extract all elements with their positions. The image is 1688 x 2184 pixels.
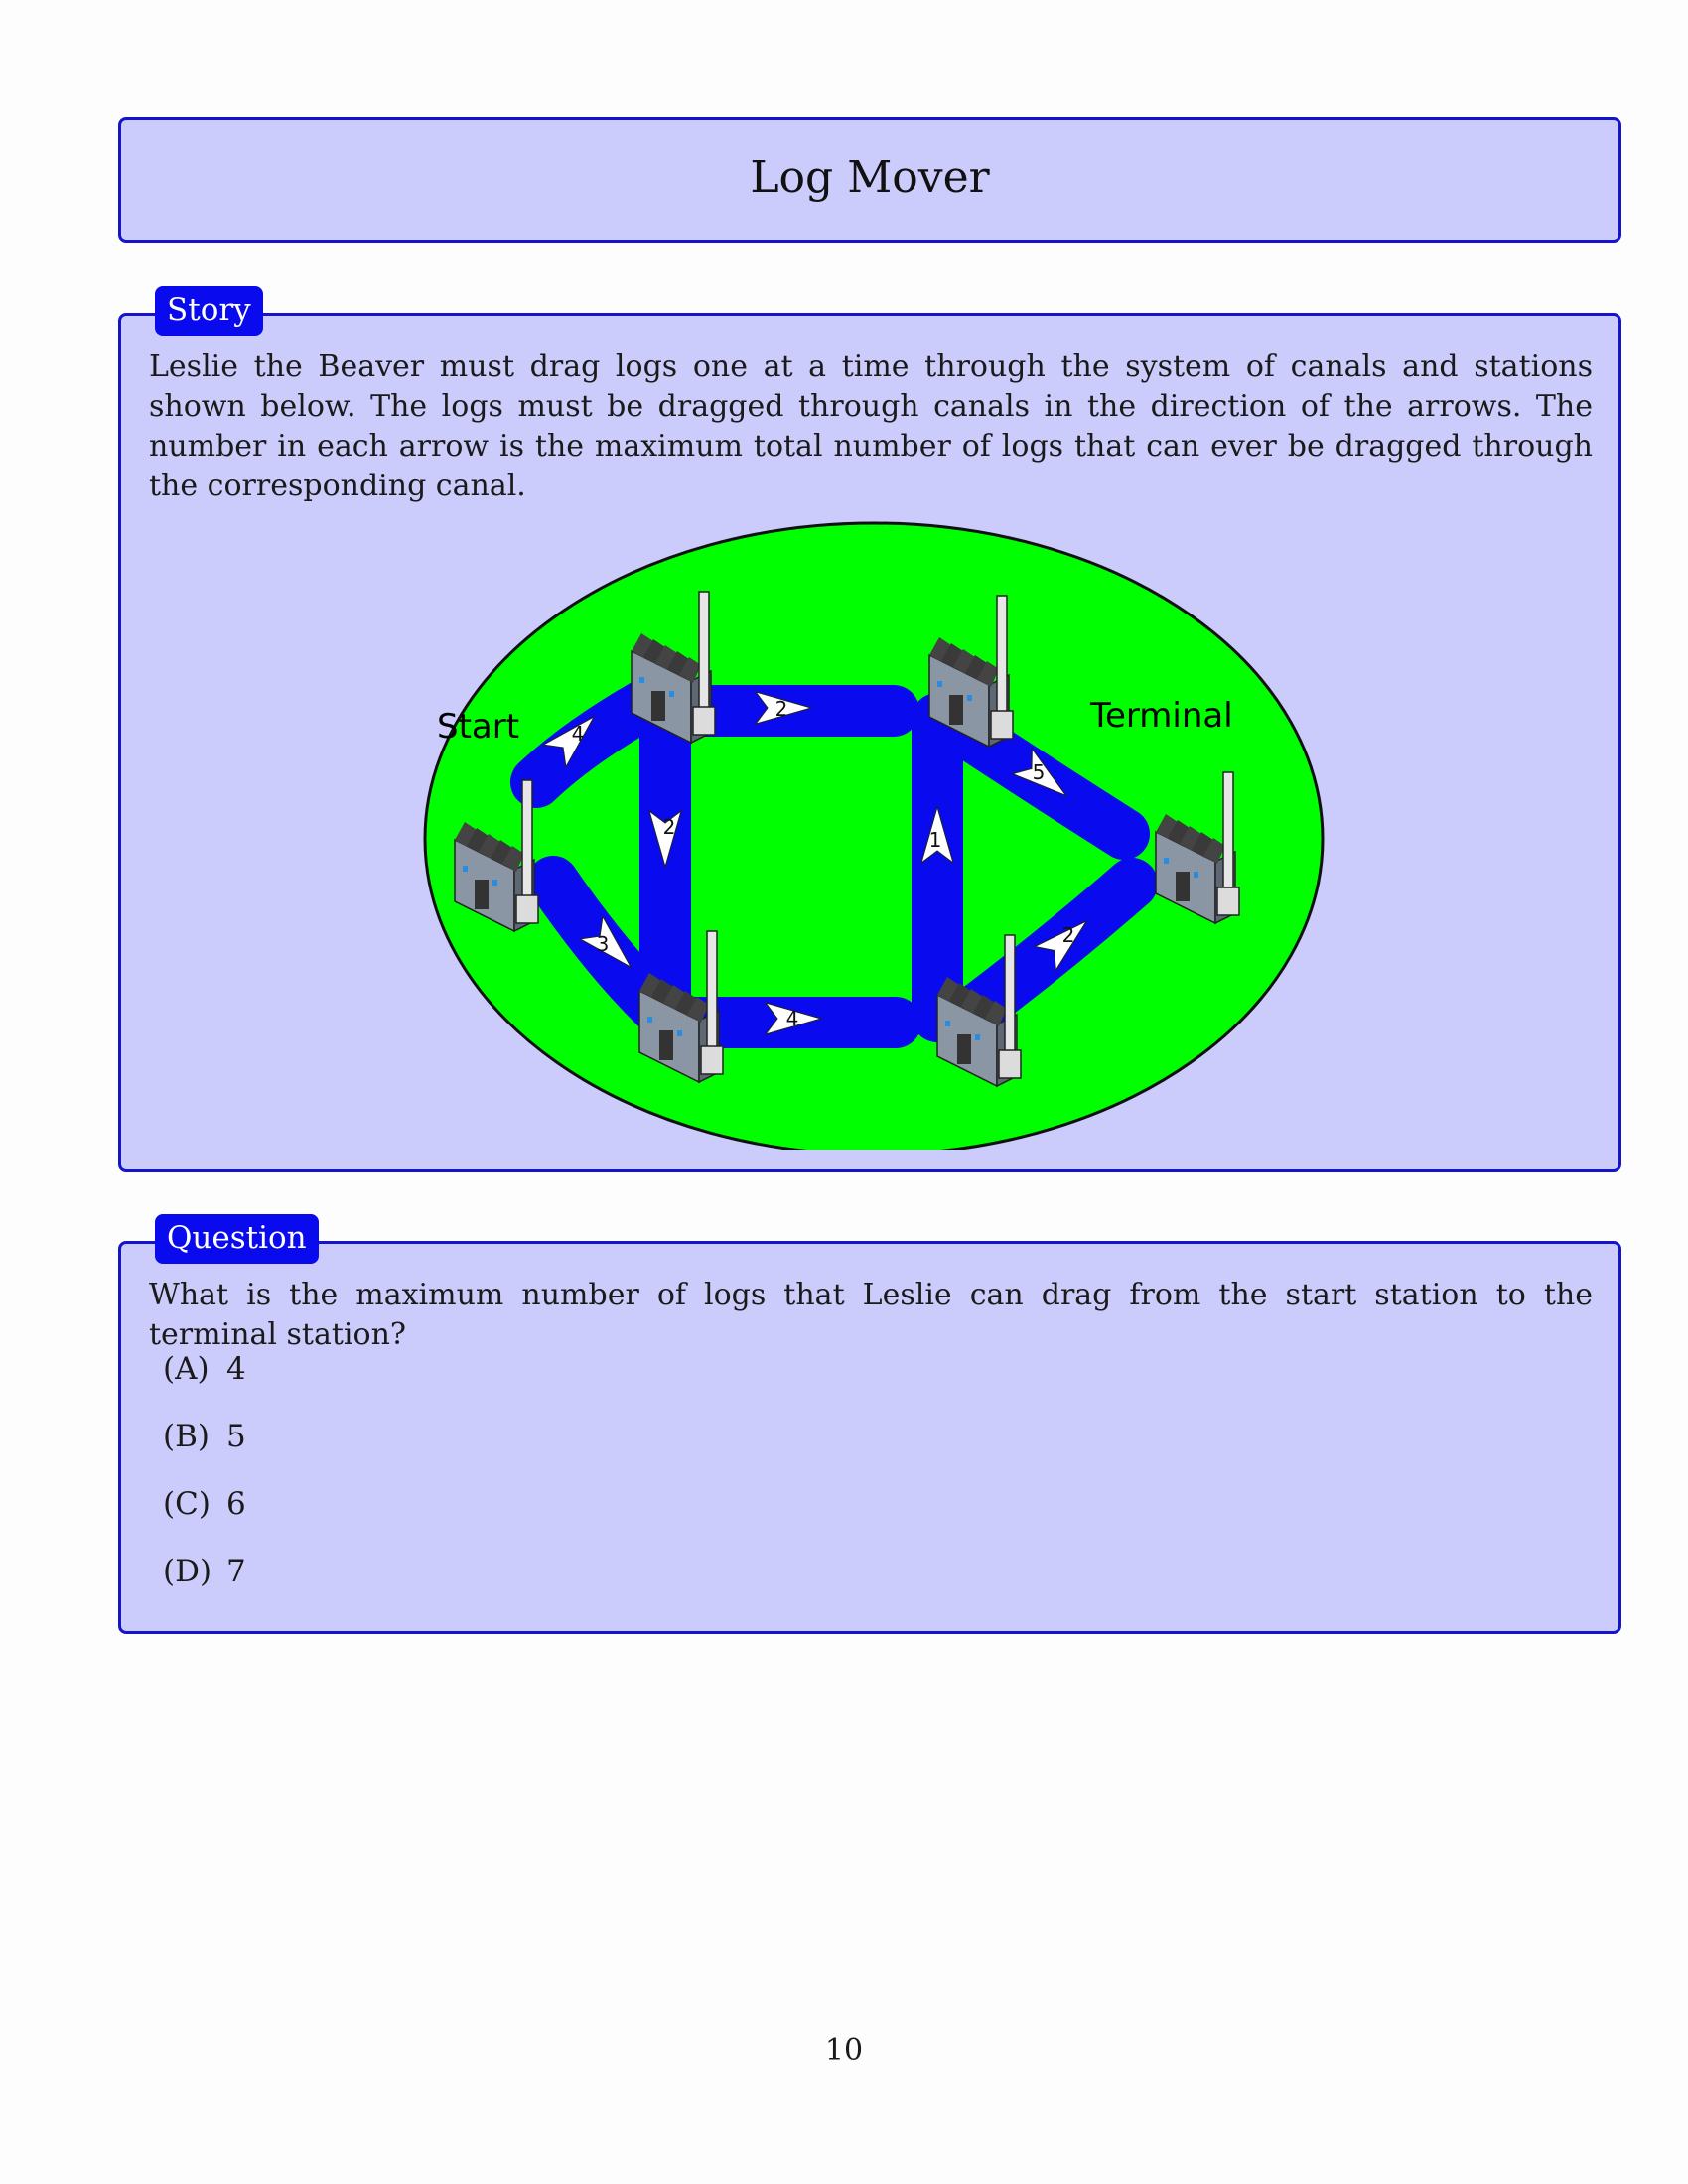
capacity-start-bottom: 3 (597, 932, 610, 956)
canal-diagram: 2 4 2 1 4 3 5 2 Start Terminal (423, 521, 1325, 1150)
question-tab: Question (155, 1214, 319, 1264)
capacity-top: 2 (775, 697, 788, 721)
choice-c[interactable]: (C) 6 (163, 1486, 246, 1554)
question-text: What is the maximum number of logs that … (149, 1278, 1593, 1352)
story-text: Leslie the Beaver must drag logs one at … (149, 349, 1593, 503)
answer-choices: (A) 4 (B) 5 (C) 6 (D) 7 (163, 1351, 246, 1621)
question-box: What is the maximum number of logs that … (118, 1241, 1621, 1634)
choice-b[interactable]: (B) 5 (163, 1419, 246, 1486)
capacity-bottom: 4 (786, 1007, 799, 1030)
story-box: Leslie the Beaver must drag logs one at … (118, 313, 1621, 1172)
choice-d[interactable]: (D) 7 (163, 1554, 246, 1621)
terminal-label: Terminal (1089, 696, 1233, 736)
story-tab: Story (155, 286, 263, 336)
page-number: 10 (824, 2033, 864, 2068)
choice-a[interactable]: (A) 4 (163, 1351, 246, 1419)
page-title: Log Mover (750, 152, 990, 203)
capacity-bottom-terminal: 2 (1062, 923, 1075, 947)
capacity-start-top: 4 (572, 722, 585, 746)
title-box: Log Mover (118, 117, 1621, 243)
start-label: Start (437, 707, 519, 747)
capacity-top-terminal: 5 (1033, 760, 1046, 784)
capacity-left-vertical: 2 (663, 815, 676, 839)
capacity-right-vertical: 1 (929, 828, 942, 852)
